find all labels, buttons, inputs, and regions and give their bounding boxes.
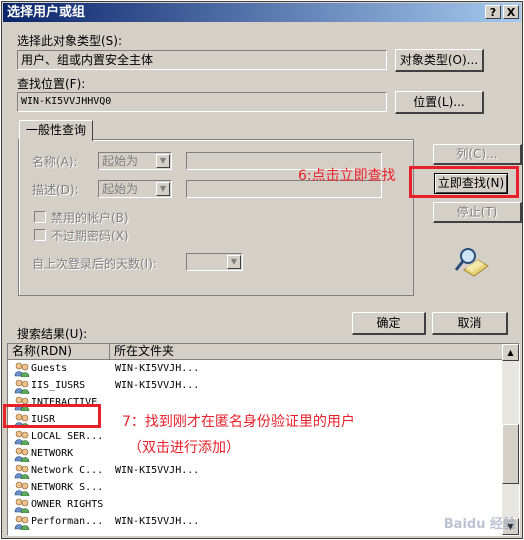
- object-type-label: 选择此对象类型(S):: [17, 34, 123, 48]
- group-icon: [14, 481, 30, 497]
- group-icon: [14, 379, 30, 395]
- group-icon: [14, 464, 30, 480]
- list-item-name: Performan...: [31, 516, 104, 527]
- step6-annotation: 6:点击立即查找: [298, 168, 396, 184]
- days-since-login-label: 自上次登录后的天数(I):: [32, 257, 157, 271]
- non-expiring-password-checkbox[interactable]: [34, 229, 46, 241]
- list-item-name: Network C...: [31, 465, 104, 476]
- column-header-folder[interactable]: 所在文件夹: [110, 344, 503, 360]
- days-since-login-select[interactable]: ▼: [186, 253, 243, 271]
- ok-button[interactable]: 确定: [352, 312, 426, 335]
- step7-annotation-line2: （双击进行添加）: [128, 440, 240, 456]
- close-button[interactable]: X: [503, 5, 519, 19]
- list-item-folder: WIN-KI5VVJH...: [115, 380, 200, 391]
- chevron-down-icon: ▼: [227, 255, 241, 269]
- chevron-down-icon: ▼: [156, 182, 170, 196]
- list-item[interactable]: NETWORK: [8, 446, 503, 463]
- list-item-name: LOCAL SER...: [31, 431, 104, 442]
- object-types-button[interactable]: 对象类型(O)...: [395, 49, 484, 72]
- description-label: 描述(D):: [32, 183, 79, 197]
- select-users-dialog: 选择用户或组 ? X 选择此对象类型(S): 用户、组或内置安全主体 对象类型(…: [1, 1, 523, 539]
- name-mode-select[interactable]: 起始为 ▼: [98, 152, 172, 170]
- list-item-name: OWNER RIGHTS: [31, 499, 104, 510]
- find-now-highlight-box: [409, 166, 519, 198]
- list-item-name: IIS_IUSRS: [31, 380, 86, 391]
- list-item[interactable]: OWNER RIGHTS: [8, 497, 503, 514]
- help-button[interactable]: ?: [485, 5, 501, 19]
- list-item-name: NETWORK: [31, 448, 74, 459]
- search-results-label: 搜索结果(U):: [17, 327, 88, 341]
- step7-annotation-line1: 7：找到刚才在匿名身份验证里的用户: [122, 414, 355, 430]
- search-results-list[interactable]: 名称(RDN) 所在文件夹 Guests WIN-KI5VVJH... IIS_IU…: [7, 343, 520, 536]
- dialog-title: 选择用户或组: [7, 5, 86, 20]
- list-item-name: Guests: [31, 363, 68, 374]
- name-mode-value: 起始为: [102, 154, 139, 168]
- object-type-field: 用户、组或内置安全主体: [17, 50, 387, 70]
- vertical-scrollbar[interactable]: ▲ ▼: [502, 344, 519, 535]
- group-icon: [14, 498, 30, 514]
- list-item[interactable]: Network C... WIN-KI5VVJH...: [8, 463, 503, 480]
- group-icon: [14, 447, 30, 463]
- tab-common-queries[interactable]: 一般性查询: [19, 120, 93, 141]
- list-item-folder: WIN-KI5VVJH...: [115, 516, 200, 527]
- stop-button[interactable]: 停止(T): [433, 202, 522, 223]
- cancel-button[interactable]: 取消: [432, 312, 508, 335]
- non-expiring-password-label: 不过期密码(X): [51, 229, 129, 243]
- list-item-folder: WIN-KI5VVJH...: [115, 465, 200, 476]
- list-item[interactable]: NETWORK S...: [8, 480, 503, 497]
- list-item-folder: WIN-KI5VVJH...: [115, 363, 200, 374]
- group-icon: [14, 515, 30, 531]
- title-bar: 选择用户或组 ? X: [3, 3, 521, 22]
- scroll-thumb[interactable]: [502, 424, 519, 484]
- group-icon: [14, 362, 30, 378]
- list-item[interactable]: Performan... WIN-KI5VVJH...: [8, 514, 503, 531]
- iusr-highlight-box: [3, 404, 101, 428]
- disabled-accounts-label: 禁用的帐户(B): [51, 211, 129, 225]
- list-item[interactable]: Guests WIN-KI5VVJH...: [8, 361, 503, 378]
- location-label: 查找位置(F):: [17, 77, 86, 91]
- chevron-down-icon: ▼: [156, 154, 170, 168]
- column-header-name[interactable]: 名称(RDN): [8, 344, 110, 360]
- description-mode-select[interactable]: 起始为 ▼: [98, 180, 172, 198]
- list-item-name: NETWORK S...: [31, 482, 104, 493]
- description-mode-value: 起始为: [102, 182, 139, 196]
- group-icon: [14, 430, 30, 446]
- columns-button[interactable]: 列(C)...: [433, 144, 522, 165]
- list-item[interactable]: IIS_IUSRS WIN-KI5VVJH...: [8, 378, 503, 395]
- location-field: WIN-KI5VVJHHVQ0: [17, 92, 387, 112]
- disabled-accounts-checkbox[interactable]: [34, 211, 46, 223]
- name-label: 名称(A):: [32, 155, 78, 169]
- list-item[interactable]: LOCAL SER...: [8, 429, 503, 446]
- scroll-up-icon[interactable]: ▲: [502, 344, 519, 361]
- search-magnifier-icon: [454, 246, 490, 278]
- locations-button[interactable]: 位置(L)...: [395, 91, 484, 114]
- baidu-watermark: Baidu 经验: [443, 517, 516, 532]
